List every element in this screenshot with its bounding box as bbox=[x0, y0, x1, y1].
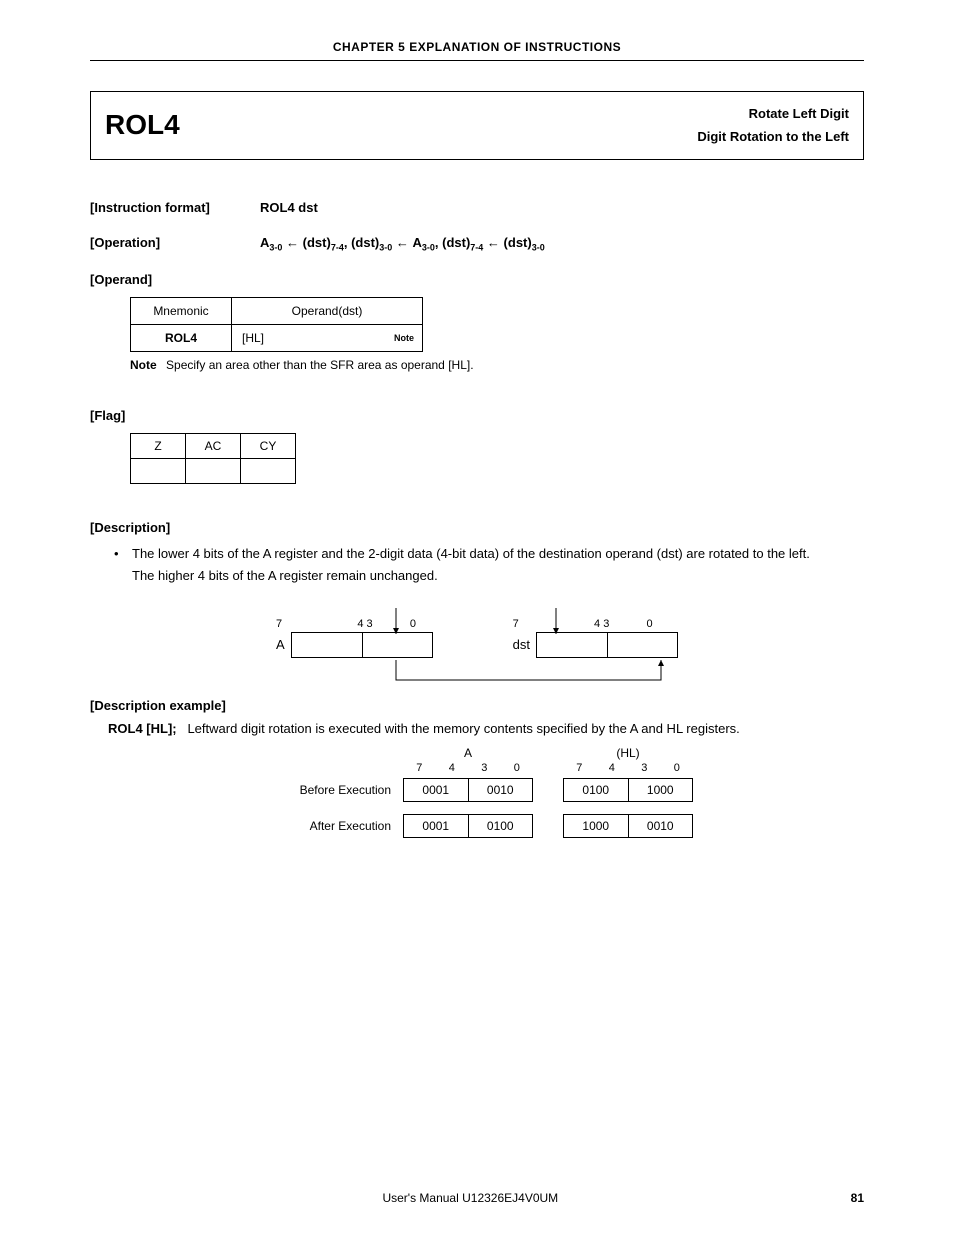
flag-ac: AC bbox=[186, 434, 241, 459]
example-a-before: 0001 0010 bbox=[403, 778, 533, 802]
flag-label: [Flag] bbox=[90, 408, 260, 423]
flag-section: [Flag] Z AC CY bbox=[90, 408, 864, 484]
reg-dst-label: dst bbox=[513, 637, 530, 652]
reg-dst-box bbox=[536, 632, 678, 658]
description-text2: The higher 4 bits of the A register rema… bbox=[132, 565, 438, 587]
operand-label: [Operand] bbox=[90, 272, 260, 287]
reg-a-label: A bbox=[276, 637, 285, 652]
flag-ac-val bbox=[186, 459, 241, 484]
example-a-after: 0001 0100 bbox=[403, 814, 533, 838]
bullet-icon: • bbox=[114, 543, 132, 565]
description-section: [Description] • The lower 4 bits of the … bbox=[90, 520, 864, 587]
operation-row: [Operation] A3-0 ← (dst)7-4, (dst)3-0 ← … bbox=[90, 235, 864, 253]
footer-manual: User's Manual U12326EJ4V0UM bbox=[90, 1191, 851, 1205]
example-col-a: A bbox=[403, 746, 533, 760]
bit-0: 0 bbox=[647, 618, 653, 630]
rotation-diagram: 7 4 3 0 A 7 4 bbox=[90, 618, 864, 658]
table-row: Mnemonic Operand(dst) bbox=[131, 298, 423, 325]
example-col-hl: (HL) bbox=[563, 746, 693, 760]
description-list: • The lower 4 bits of the A register and… bbox=[114, 543, 864, 587]
chapter-header: CHAPTER 5 EXPLANATION OF INSTRUCTIONS bbox=[90, 40, 864, 61]
table-row bbox=[131, 459, 296, 484]
table-row: After Execution 0001 0100 1000 0010 bbox=[261, 814, 693, 838]
flag-z: Z bbox=[131, 434, 186, 459]
operation-label: [Operation] bbox=[90, 235, 260, 250]
page-footer: User's Manual U12326EJ4V0UM 81 bbox=[0, 1191, 954, 1205]
footer-page-number: 81 bbox=[851, 1191, 864, 1205]
page: CHAPTER 5 EXPLANATION OF INSTRUCTIONS RO… bbox=[0, 0, 954, 1235]
instruction-subtitle: Rotate Left Digit Digit Rotation to the … bbox=[697, 102, 849, 149]
note-label: Note bbox=[130, 358, 157, 372]
operand-note: Note Specify an area other than the SFR … bbox=[130, 358, 864, 372]
bit-4: 4 bbox=[357, 618, 363, 630]
operation-value: A3-0 ← (dst)7-4, (dst)3-0 ← A3-0, (dst)7… bbox=[260, 235, 545, 253]
bit-7: 7 bbox=[513, 618, 519, 630]
example-text: Leftward digit rotation is executed with… bbox=[187, 721, 739, 736]
table-row: Z AC CY bbox=[131, 434, 296, 459]
description-label: [Description] bbox=[90, 520, 260, 535]
bit-0: 0 bbox=[410, 618, 416, 630]
description-text1: The lower 4 bits of the A register and t… bbox=[132, 543, 810, 565]
operand-header-operand: Operand(dst) bbox=[232, 298, 423, 325]
flag-z-val bbox=[131, 459, 186, 484]
flag-cy-val bbox=[241, 459, 296, 484]
bit-3: 3 bbox=[367, 618, 373, 630]
example-diagram: A (HL) 7430 7430 Before Execution bbox=[90, 746, 864, 850]
subtitle-line2: Digit Rotation to the Left bbox=[697, 125, 849, 148]
instruction-mnemonic: ROL4 bbox=[105, 109, 180, 141]
bit-7: 7 bbox=[276, 618, 282, 630]
format-value: ROL4 dst bbox=[260, 200, 318, 215]
flag-table: Z AC CY bbox=[130, 433, 296, 484]
bullet-spacer bbox=[114, 565, 132, 587]
instruction-title-box: ROL4 Rotate Left Digit Digit Rotation to… bbox=[90, 91, 864, 160]
example-hl-before: 0100 1000 bbox=[563, 778, 693, 802]
reg-a-box bbox=[291, 632, 433, 658]
list-item: • The lower 4 bits of the A register and… bbox=[114, 543, 864, 565]
note-text: Specify an area other than the SFR area … bbox=[166, 358, 474, 372]
operand-value: [HL] bbox=[242, 331, 264, 345]
operand-mnemonic-cell: ROL4 bbox=[131, 325, 232, 352]
bit-4: 4 bbox=[594, 618, 600, 630]
example-hl-after: 1000 0010 bbox=[563, 814, 693, 838]
example-row-before: Before Execution bbox=[261, 783, 403, 797]
list-item: The higher 4 bits of the A register rema… bbox=[114, 565, 864, 587]
example-code: ROL4 [HL]; bbox=[108, 721, 177, 736]
operand-table: Mnemonic Operand(dst) ROL4 [HL] Note bbox=[130, 297, 423, 352]
operand-section: [Operand] Mnemonic Operand(dst) ROL4 [HL… bbox=[90, 272, 864, 372]
table-row: ROL4 [HL] Note bbox=[131, 325, 423, 352]
example-label: [Description example] bbox=[90, 698, 260, 713]
operand-header-mnemonic: Mnemonic bbox=[131, 298, 232, 325]
instruction-format-row: [Instruction format] ROL4 dst bbox=[90, 200, 864, 215]
example-row-after: After Execution bbox=[261, 819, 403, 833]
example-section: [Description example] ROL4 [HL]; Leftwar… bbox=[90, 698, 864, 850]
bit-3: 3 bbox=[603, 618, 609, 630]
note-badge: Note bbox=[394, 333, 414, 343]
operand-operand-cell: [HL] Note bbox=[232, 325, 423, 352]
format-label: [Instruction format] bbox=[90, 200, 260, 215]
subtitle-line1: Rotate Left Digit bbox=[697, 102, 849, 125]
flag-cy: CY bbox=[241, 434, 296, 459]
table-row: Before Execution 0001 0010 0100 1000 bbox=[261, 778, 693, 802]
example-line: ROL4 [HL]; Leftward digit rotation is ex… bbox=[108, 721, 864, 736]
